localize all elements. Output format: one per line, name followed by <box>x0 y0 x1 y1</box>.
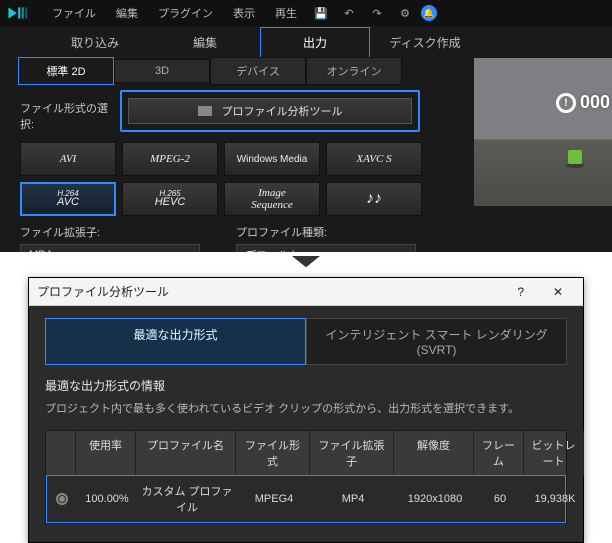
tab-disc[interactable]: ディスク作成 <box>370 28 480 57</box>
settings-icon[interactable]: ⚙ <box>393 7 417 20</box>
menu-plugin[interactable]: プラグイン <box>150 2 221 24</box>
cell-res: 1920x1080 <box>395 486 475 512</box>
profile-tool-highlight: プロファイル分析ツール <box>120 90 420 132</box>
profile-tool-icon <box>198 106 212 116</box>
save-icon[interactable]: 💾 <box>309 7 333 20</box>
cell-format: MPEG4 <box>237 486 311 512</box>
table-row[interactable]: 100.00% カスタム プロファイル MPEG4 MP4 1920x1080 … <box>46 475 566 523</box>
preview-pane: ! 000 <box>474 58 612 206</box>
table-header: 使用率 プロファイル名 ファイル形式 ファイル拡張子 解像度 フレーム ビットレ… <box>46 431 566 475</box>
codec-wmv[interactable]: Windows Media <box>224 142 320 176</box>
codec-avi[interactable]: AVI <box>20 142 116 176</box>
tab-edit[interactable]: 編集 <box>150 28 260 57</box>
dialog-title: プロファイル分析ツール <box>37 283 169 300</box>
cell-bitrate: 19,938K <box>525 486 585 512</box>
help-button[interactable]: ? <box>504 285 538 299</box>
redo-icon[interactable]: ↷ <box>365 7 389 20</box>
cell-usage: 100.00% <box>77 486 137 512</box>
subtab-online[interactable]: オンライン <box>306 57 402 85</box>
menubar: ファイル 編集 プラグイン 表示 再生 💾 ↶ ↷ ⚙ 🔔 <box>0 0 612 26</box>
cell-fps: 60 <box>475 486 525 512</box>
profile-type-value: デフォルト <box>245 247 300 252</box>
cell-ext: MP4 <box>311 486 395 512</box>
ext-value: MP4 <box>29 249 52 252</box>
undo-icon[interactable]: ↶ <box>337 7 361 20</box>
dialog-tab-best-format[interactable]: 最適な出力形式 <box>45 318 306 365</box>
col-bitrate: ビットレート <box>524 431 584 475</box>
codec-audio[interactable]: ♪♪ <box>326 182 422 216</box>
preview-sprite <box>568 150 582 164</box>
profile-tool-label: プロファイル分析ツール <box>222 103 343 119</box>
ext-dropdown[interactable]: MP4 ▼ <box>20 244 200 252</box>
profile-type-label: プロファイル種類: <box>236 224 422 240</box>
col-res: 解像度 <box>394 431 474 475</box>
subtab-3d[interactable]: 3D <box>114 59 210 83</box>
dialog-section-desc: プロジェクト内で最も多く使われているビデオ クリップの形式から、出力形式を選択で… <box>45 400 567 416</box>
menu-play[interactable]: 再生 <box>267 2 305 24</box>
profile-table: 使用率 プロファイル名 ファイル形式 ファイル拡張子 解像度 フレーム ビットレ… <box>45 430 567 524</box>
tab-export[interactable]: 出力 <box>260 27 370 58</box>
preview-overlay-icon: ! <box>556 93 576 113</box>
codec-imgseq[interactable]: ImageSequence <box>224 182 320 216</box>
profile-type-dropdown[interactable]: デフォルト ▼ <box>236 244 416 252</box>
col-fps: フレーム <box>474 431 524 475</box>
subtab-2d[interactable]: 標準 2D <box>18 57 114 85</box>
dialog-titlebar: プロファイル分析ツール ? ✕ <box>29 278 583 306</box>
chevron-down-icon: ▼ <box>182 250 191 252</box>
codec-h264[interactable]: H.264AVC <box>20 182 116 216</box>
dialog-tab-svrt[interactable]: インテリジェント スマート レンダリング (SVRT) <box>306 318 567 365</box>
col-ext: ファイル拡張子 <box>310 431 394 475</box>
close-button[interactable]: ✕ <box>541 285 575 299</box>
col-usage: 使用率 <box>76 431 136 475</box>
codec-h265[interactable]: H.265HEVC <box>122 182 218 216</box>
notification-icon[interactable]: 🔔 <box>421 5 437 21</box>
video-editor-window: ファイル 編集 プラグイン 表示 再生 💾 ↶ ↷ ⚙ 🔔 取り込み 編集 出力… <box>0 0 612 252</box>
codec-grid: AVI MPEG-2 Windows Media XAVC S H.264AVC… <box>20 142 422 216</box>
codec-mpeg2[interactable]: MPEG-2 <box>122 142 218 176</box>
codec-xavcs[interactable]: XAVC S <box>326 142 422 176</box>
menu-edit[interactable]: 編集 <box>108 2 146 24</box>
ext-label: ファイル拡張子: <box>20 224 206 240</box>
cell-name: カスタム プロファイル <box>137 476 237 522</box>
subtab-device[interactable]: デバイス <box>210 57 306 85</box>
profile-analyzer-button[interactable]: プロファイル分析ツール <box>128 98 412 124</box>
menu-view[interactable]: 表示 <box>225 2 263 24</box>
tab-capture[interactable]: 取り込み <box>40 28 150 57</box>
app-logo-icon <box>6 3 36 23</box>
col-profile: プロファイル名 <box>136 431 236 475</box>
dialog-tabs: 最適な出力形式 インテリジェント スマート レンダリング (SVRT) <box>45 318 567 365</box>
preview-overlay-text: ! 000 <box>556 92 610 113</box>
row-radio[interactable] <box>56 493 68 505</box>
profile-analyzer-dialog: プロファイル分析ツール ? ✕ 最適な出力形式 インテリジェント スマート レン… <box>28 277 584 543</box>
top-nav: 取り込み 編集 出力 ディスク作成 <box>0 26 612 58</box>
export-panel: ファイル形式の選択: プロファイル分析ツール AVI MPEG-2 Window… <box>0 84 436 252</box>
chevron-down-icon: ▼ <box>398 250 407 252</box>
file-format-label: ファイル形式の選択: <box>20 100 120 132</box>
dialog-section-title: 最適な出力形式の情報 <box>45 377 567 394</box>
menu-file[interactable]: ファイル <box>44 2 104 24</box>
flow-arrow-icon <box>0 252 612 277</box>
col-format: ファイル形式 <box>236 431 310 475</box>
